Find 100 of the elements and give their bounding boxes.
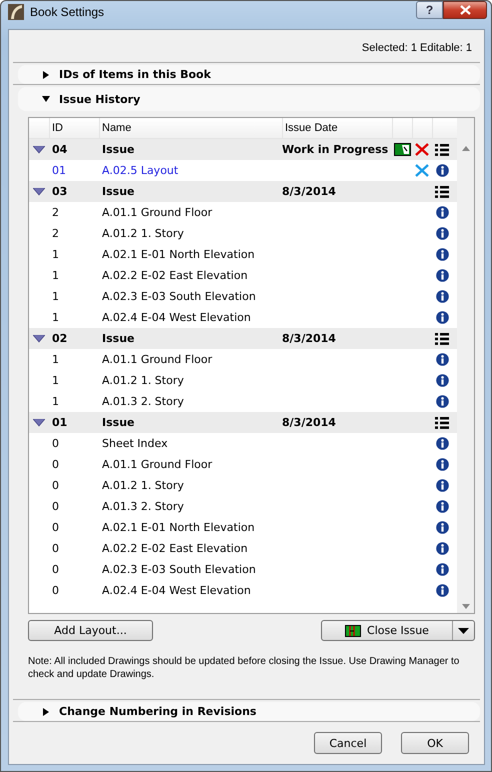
item-id: 1 xyxy=(51,248,60,261)
info-icon[interactable] xyxy=(436,164,448,177)
delete-icon[interactable] xyxy=(414,142,430,156)
layout-name: A.01.2 1. Story xyxy=(101,479,185,492)
layout-name: A.02.1 E-01 North Elevation xyxy=(101,248,256,261)
issue-name: Issue xyxy=(101,143,136,156)
layout-name: A.02.3 E-03 South Elevation xyxy=(101,563,257,576)
list-icon[interactable] xyxy=(435,144,449,156)
info-icon[interactable] xyxy=(436,374,448,387)
list-icon[interactable] xyxy=(435,186,449,198)
info-icon[interactable] xyxy=(436,248,448,261)
add-layout-button[interactable]: Add Layout... xyxy=(28,620,153,641)
help-button[interactable]: ? xyxy=(416,1,443,19)
issue-date: 8/3/2014 xyxy=(282,332,337,345)
item-id: 0 xyxy=(51,542,60,555)
issue-id: 04 xyxy=(51,143,68,156)
expand-triangle-icon[interactable] xyxy=(33,146,45,154)
close-button[interactable] xyxy=(443,1,487,19)
item-id: 1 xyxy=(51,269,60,282)
item-id: 1 xyxy=(51,311,60,324)
issue-name: Issue xyxy=(101,332,136,345)
item-id: 2 xyxy=(51,227,60,240)
item-id: 1 xyxy=(51,290,60,303)
section-header[interactable]: Issue History xyxy=(18,87,480,111)
close-issue-icon xyxy=(345,624,362,636)
info-icon[interactable] xyxy=(436,353,448,366)
expand-triangle-icon[interactable] xyxy=(42,95,50,103)
layout-name: A.02.5 Layout xyxy=(101,164,180,177)
dialog-button[interactable]: OK xyxy=(401,732,469,754)
item-id: 01 xyxy=(51,164,67,177)
expand-triangle-icon[interactable] xyxy=(42,70,50,78)
item-id: 1 xyxy=(51,395,60,408)
info-icon[interactable] xyxy=(436,479,448,492)
item-id: 1 xyxy=(51,374,60,387)
info-icon[interactable] xyxy=(436,563,448,576)
expand-triangle-icon[interactable] xyxy=(42,708,50,716)
close-issue-button[interactable]: Close Issue xyxy=(321,620,475,641)
info-icon[interactable] xyxy=(436,458,448,471)
drawing-update-icon[interactable] xyxy=(394,143,410,156)
section-title: IDs of Items in this Book xyxy=(59,68,211,81)
column-header[interactable]: ID xyxy=(49,118,99,138)
issue-id: 03 xyxy=(51,185,68,198)
layout-name: A.02.4 E-04 West Elevation xyxy=(101,584,252,597)
delete-icon[interactable] xyxy=(414,164,430,178)
dropdown-arrow-icon[interactable] xyxy=(458,628,469,634)
layout-name: A.02.2 E-02 East Elevation xyxy=(101,542,249,555)
info-icon[interactable] xyxy=(436,521,448,534)
item-id: 0 xyxy=(51,437,60,450)
layout-name: A.01.1 Ground Floor xyxy=(101,458,214,471)
layout-name: A.01.1 Ground Floor xyxy=(101,206,214,219)
item-id: 0 xyxy=(51,563,60,576)
scroll-down-icon[interactable] xyxy=(462,604,470,609)
info-icon[interactable] xyxy=(436,227,448,240)
layout-name: A.02.3 E-03 South Elevation xyxy=(101,290,257,303)
issue-row[interactable]: 01 Issue 8/3/2014 xyxy=(29,412,457,433)
section-title: Change Numbering in Revisions xyxy=(59,705,256,718)
expand-triangle-icon[interactable] xyxy=(33,418,45,426)
layout-name: A.02.1 E-01 North Elevation xyxy=(101,521,256,534)
column-header[interactable]: Name xyxy=(99,118,282,138)
layout-name: A.01.3 2. Story xyxy=(101,395,185,408)
info-icon[interactable] xyxy=(436,311,448,324)
info-icon[interactable] xyxy=(436,437,448,450)
layout-name: A.01.2 1. Story xyxy=(101,227,185,240)
section-header[interactable]: Change Numbering in Revisions xyxy=(18,702,480,721)
issue-id: 01 xyxy=(51,416,68,429)
info-icon[interactable] xyxy=(436,290,448,303)
list-icon[interactable] xyxy=(435,332,449,344)
scroll-up-icon[interactable] xyxy=(462,146,470,151)
issue-date: 8/3/2014 xyxy=(282,416,337,429)
info-icon[interactable] xyxy=(436,584,448,597)
expand-triangle-icon[interactable] xyxy=(33,188,45,196)
selection-status: Selected: 1 Editable: 1 xyxy=(360,41,473,56)
issue-row[interactable]: 04 Issue Work in Progress xyxy=(29,139,457,160)
info-icon[interactable] xyxy=(436,542,448,555)
issue-row[interactable]: 03 Issue 8/3/2014 xyxy=(29,181,457,202)
list-icon[interactable] xyxy=(435,416,449,428)
issue-name: Issue xyxy=(101,185,136,198)
info-icon[interactable] xyxy=(436,269,448,282)
layout-name: A.01.3 2. Story xyxy=(101,500,185,513)
layout-name: A.01.1 Ground Floor xyxy=(101,353,214,366)
section-title: Issue History xyxy=(59,92,140,106)
item-id: 0 xyxy=(51,479,60,492)
item-id: 0 xyxy=(51,500,60,513)
dialog-button[interactable]: Cancel xyxy=(314,732,382,754)
column-header[interactable]: Issue Date xyxy=(282,118,392,138)
item-id: 0 xyxy=(51,584,60,597)
section-header[interactable]: IDs of Items in this Book xyxy=(18,65,480,84)
issue-date: Work in Progress xyxy=(282,143,390,156)
info-icon[interactable] xyxy=(436,500,448,513)
item-id: 1 xyxy=(51,353,60,366)
layout-name: Sheet Index xyxy=(101,437,169,450)
issue-row[interactable]: 02 Issue 8/3/2014 xyxy=(29,328,457,349)
item-id: 2 xyxy=(51,206,60,219)
info-icon[interactable] xyxy=(436,206,448,219)
note-text: Note: All included Drawings should be updated before closing the Issue. Use Drawing Manager to check and update Drawings. xyxy=(28,655,460,681)
layout-name: A.02.2 E-02 East Elevation xyxy=(101,269,249,282)
info-icon[interactable] xyxy=(436,395,448,408)
item-id: 0 xyxy=(51,521,60,534)
window-title: Book Settings xyxy=(30,5,106,19)
expand-triangle-icon[interactable] xyxy=(33,334,45,342)
